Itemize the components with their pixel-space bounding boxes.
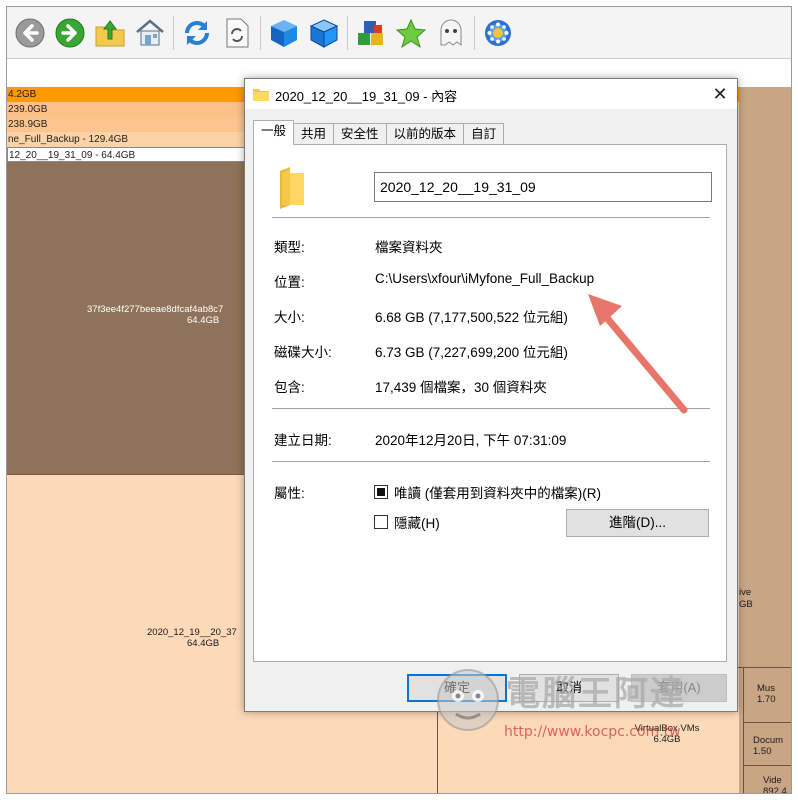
cell-name: ive bbox=[739, 587, 752, 598]
cell-size: GB bbox=[739, 599, 753, 610]
readonly-checkbox[interactable] bbox=[374, 485, 388, 499]
back-button[interactable] bbox=[13, 15, 47, 51]
home-icon bbox=[136, 18, 164, 45]
type-value: 檔案資料夾 bbox=[375, 240, 443, 255]
blocks-button[interactable] bbox=[354, 15, 388, 51]
treemap-cell-selected[interactable]: 37f3ee4f277beeae8dfcaf4ab8c7 64.4GB bbox=[7, 162, 247, 474]
type-label: 類型: bbox=[274, 240, 305, 255]
toolbar-separator bbox=[173, 15, 174, 50]
tab-security[interactable]: 安全性 bbox=[333, 123, 387, 145]
cell-size: 64.4GB bbox=[187, 638, 220, 649]
disk-size-label: 磁碟大小: bbox=[274, 345, 332, 360]
cube-outline-button[interactable] bbox=[307, 15, 341, 51]
folder-name-input[interactable]: 2020_12_20__19_31_09 bbox=[374, 172, 712, 202]
cell-name: Vide bbox=[763, 775, 782, 786]
treemap-bar[interactable]: ne_Full_Backup - 129.4GB bbox=[7, 132, 251, 147]
separator bbox=[272, 461, 710, 462]
bar-label: 4.2GB bbox=[8, 89, 37, 100]
bar-label: 239.0GB bbox=[8, 104, 48, 115]
watermark-title: 電腦王阿達 bbox=[506, 674, 686, 714]
bar-label: 12_20__19_31_09 - 64.4GB bbox=[9, 150, 136, 161]
forward-button[interactable] bbox=[53, 15, 87, 51]
folder-up-icon bbox=[95, 19, 125, 46]
gear-flower-icon bbox=[485, 19, 511, 46]
cell-size: 892.4 bbox=[763, 786, 787, 794]
separator bbox=[272, 217, 710, 218]
treemap-cell-drive-size: GB bbox=[739, 599, 791, 613]
size-value: 6.68 GB (7,177,500,522 位元組) bbox=[375, 310, 568, 325]
ghost-button[interactable] bbox=[434, 15, 468, 51]
blue-cube-outline-icon bbox=[309, 18, 339, 48]
created-value: 2020年12月20日, 下午 07:31:09 bbox=[375, 433, 567, 448]
folder-icon bbox=[253, 89, 269, 101]
tab-bar: 一般 共用 安全性 以前的版本 自訂 bbox=[253, 120, 505, 145]
treemap-bar-selected[interactable]: 12_20__19_31_09 - 64.4GB bbox=[7, 147, 247, 162]
watermark: 電腦王阿達 http://www.kocpc.com.tw bbox=[430, 658, 790, 748]
star-icon bbox=[395, 18, 427, 48]
dialog-title: 2020_12_20__19_31_09 - 內容 bbox=[275, 89, 458, 104]
disk-size-value: 6.73 GB (7,227,699,200 位元組) bbox=[375, 345, 568, 360]
refresh-button[interactable] bbox=[180, 15, 214, 51]
large-folder-icon bbox=[280, 167, 304, 209]
toolbar-separator bbox=[347, 15, 348, 50]
contains-label: 包含: bbox=[274, 380, 305, 395]
options-button[interactable] bbox=[481, 15, 515, 51]
refresh-icon bbox=[185, 20, 209, 45]
hidden-checkbox[interactable] bbox=[374, 515, 388, 529]
location-value: C:\Users\xfour\iMyfone_Full_Backup bbox=[375, 271, 595, 286]
created-label: 建立日期: bbox=[274, 433, 332, 448]
treemap-bar[interactable]: 239.0GB bbox=[7, 102, 251, 117]
dialog-title-bar[interactable]: 2020_12_20__19_31_09 - 內容 ✕ bbox=[245, 79, 737, 109]
tab-sharing[interactable]: 共用 bbox=[293, 123, 335, 145]
back-arrow-icon bbox=[15, 18, 45, 47]
close-icon: ✕ bbox=[712, 84, 728, 104]
attributes-label: 屬性: bbox=[274, 486, 305, 501]
toolbar-separator bbox=[474, 15, 475, 50]
contains-value: 17,439 個檔案，30 個資料夾 bbox=[375, 380, 547, 395]
favorite-button[interactable] bbox=[394, 15, 428, 51]
cell-border bbox=[743, 765, 791, 766]
watermark-url: http://www.kocpc.com.tw bbox=[504, 724, 681, 740]
ghost-icon bbox=[440, 19, 462, 46]
cell-name: 2020_12_19__20_37 bbox=[147, 627, 237, 638]
location-label: 位置: bbox=[274, 275, 305, 290]
colored-blocks-icon bbox=[358, 20, 383, 45]
close-button[interactable]: ✕ bbox=[709, 83, 731, 105]
blue-cube-icon bbox=[271, 19, 297, 47]
folder-up-button[interactable] bbox=[93, 15, 127, 51]
bar-label: 238.9GB bbox=[8, 119, 48, 130]
document-refresh-icon bbox=[226, 18, 249, 47]
mascot-logo bbox=[437, 669, 499, 731]
bar-label: ne_Full_Backup - 129.4GB bbox=[8, 134, 129, 145]
tab-general[interactable]: 一般 bbox=[253, 120, 295, 145]
home-button[interactable] bbox=[133, 15, 167, 51]
toolbar-separator bbox=[260, 15, 261, 50]
treemap-cell[interactable]: 2020_12_19__20_37 64.4GB bbox=[7, 475, 245, 793]
tab-previous-versions[interactable]: 以前的版本 bbox=[385, 123, 465, 145]
tab-customize[interactable]: 自訂 bbox=[463, 123, 505, 145]
cell-size: 64.4GB bbox=[187, 315, 220, 326]
size-label: 大小: bbox=[274, 310, 305, 325]
hidden-label[interactable]: 隱藏(H) bbox=[394, 512, 440, 532]
advanced-button[interactable]: 進階(D)... bbox=[566, 509, 709, 537]
forward-arrow-icon bbox=[55, 18, 85, 47]
annotation-arrow bbox=[588, 294, 688, 414]
treemap-cell-videos[interactable]: Vide 892.4 bbox=[763, 775, 791, 794]
readonly-label[interactable]: 唯讀 (僅套用到資料夾中的檔案)(R) bbox=[394, 482, 601, 502]
treemap-bar[interactable]: 238.9GB bbox=[7, 117, 251, 132]
cell-name: 37f3ee4f277beeae8dfcaf4ab8c7 bbox=[87, 304, 224, 315]
refresh-document-button[interactable] bbox=[220, 15, 254, 51]
cube-button[interactable] bbox=[267, 15, 301, 51]
toolbar bbox=[7, 7, 791, 59]
